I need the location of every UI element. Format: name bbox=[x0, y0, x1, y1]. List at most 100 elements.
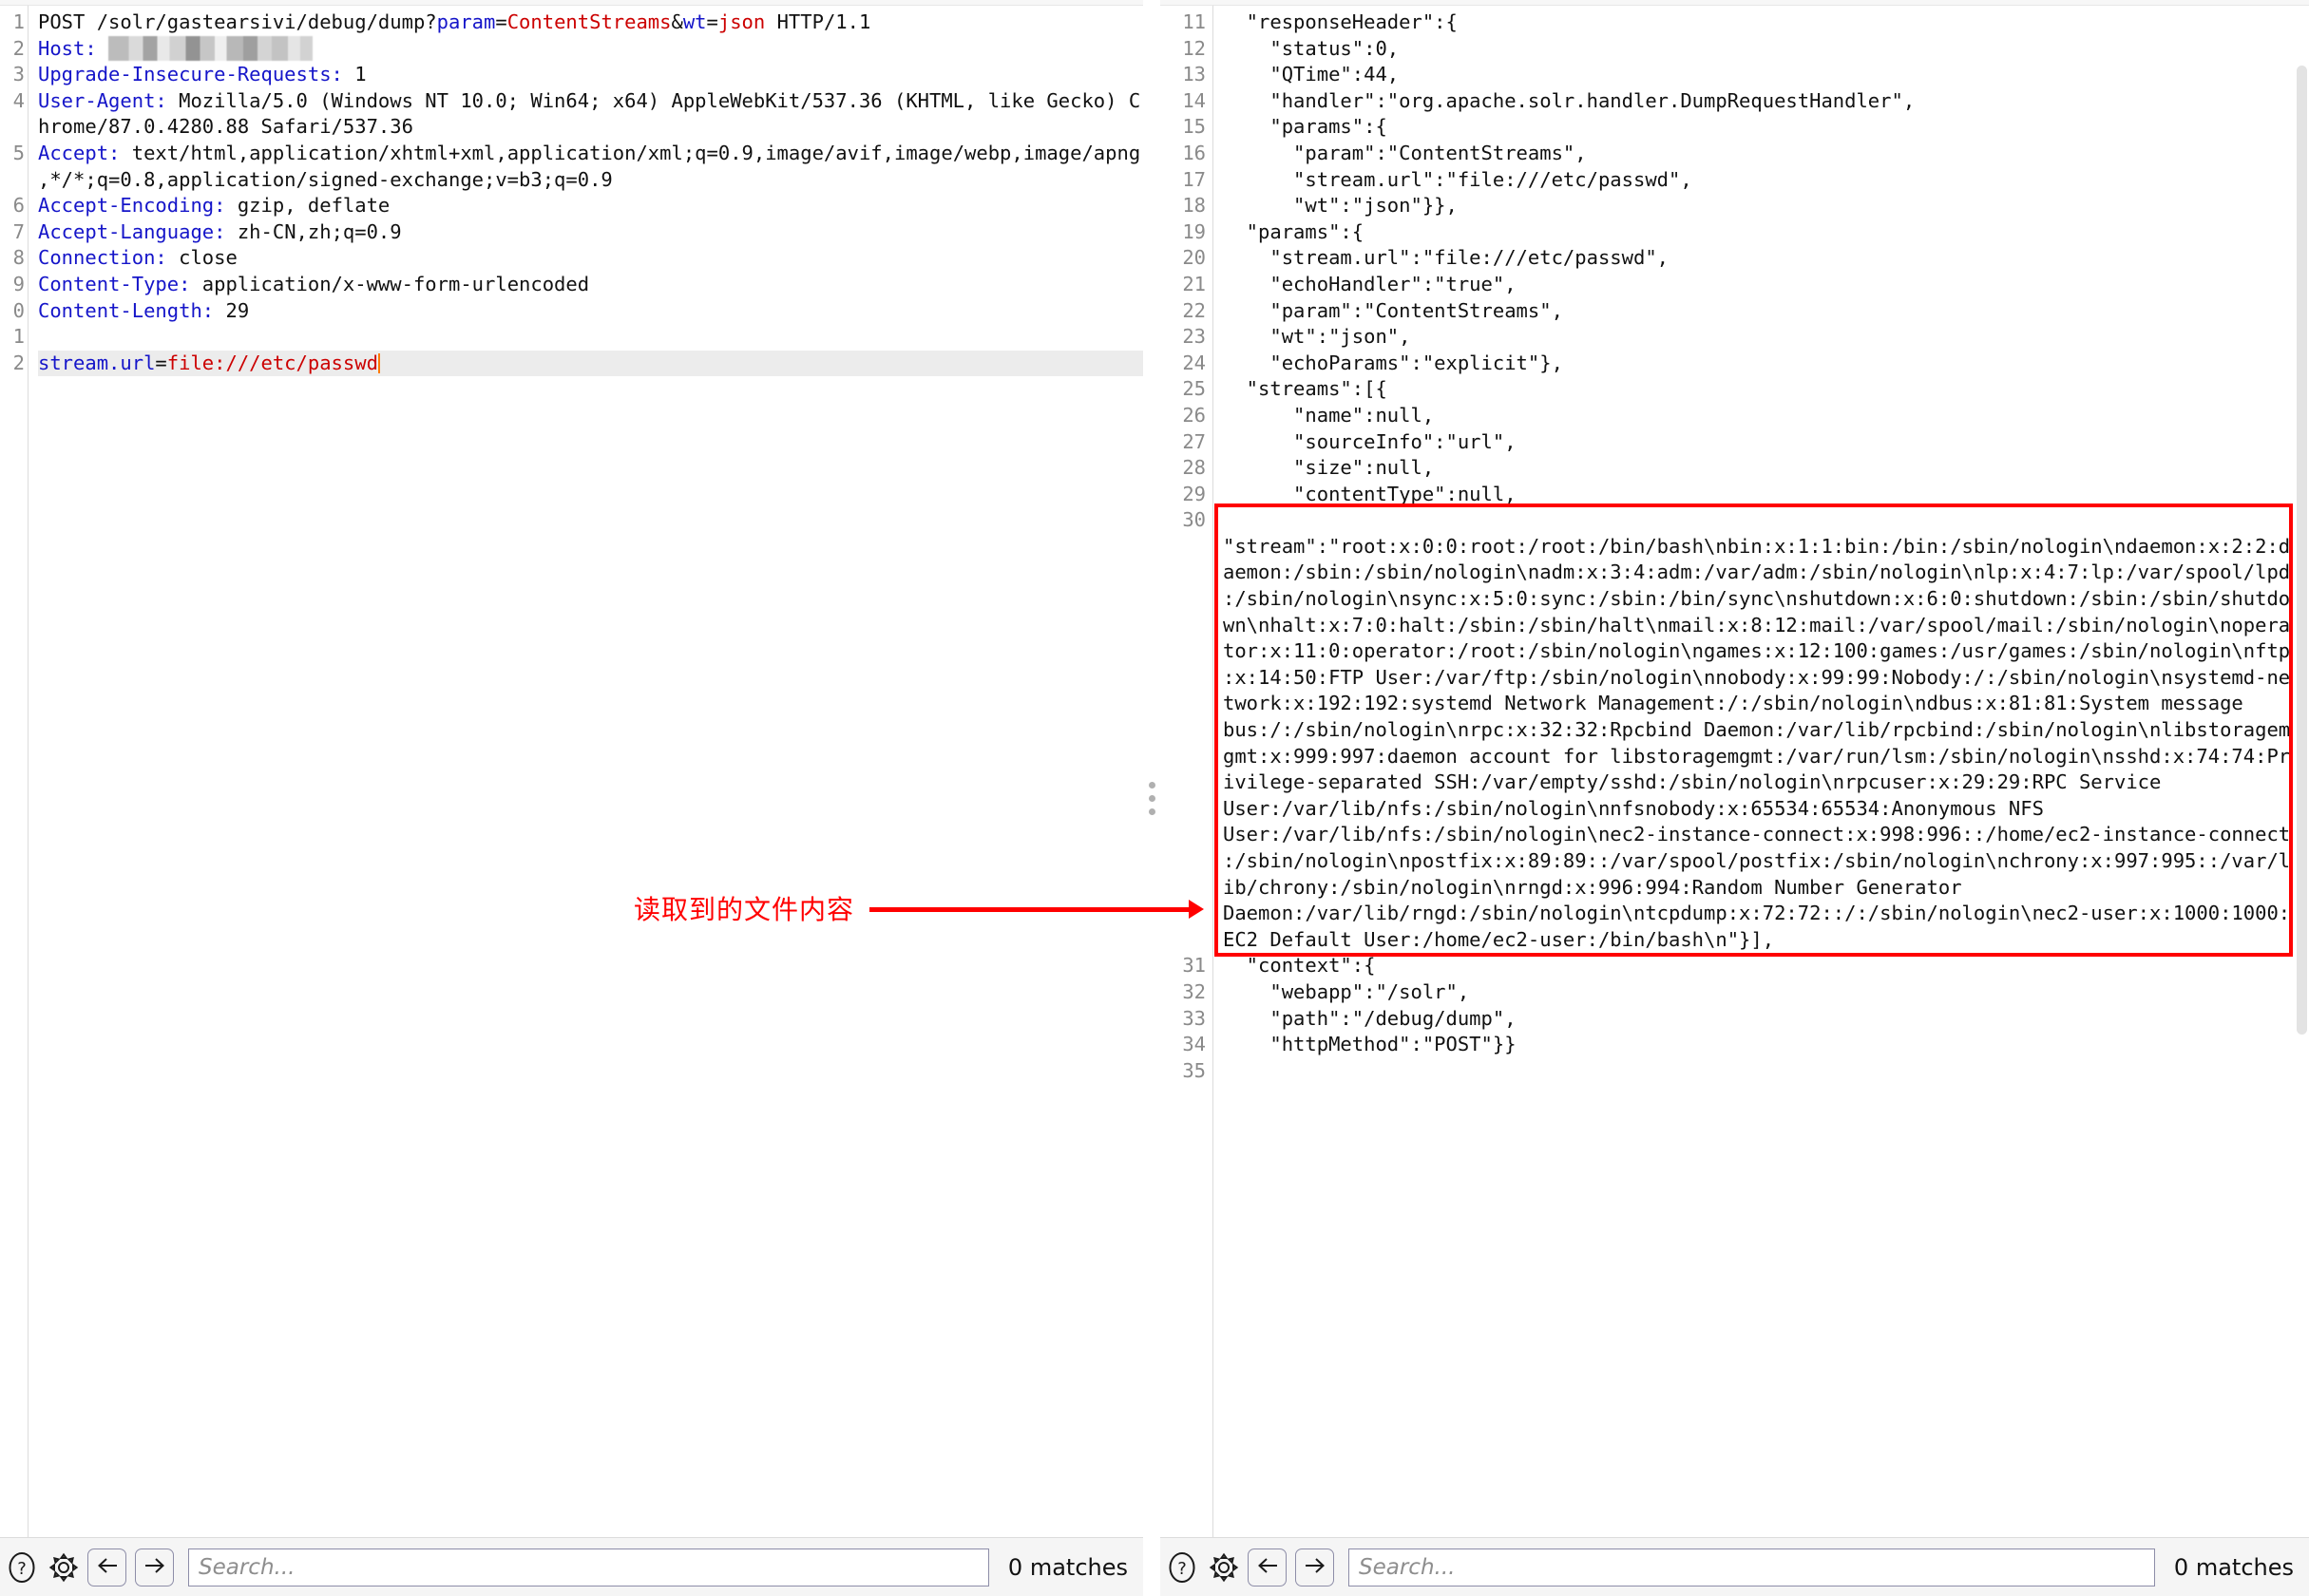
panel-splitter[interactable] bbox=[1143, 0, 1160, 1596]
line-number bbox=[1160, 691, 1206, 717]
response-code-area[interactable]: "responseHeader":{ "status":0, "QTime":4… bbox=[1213, 6, 2309, 1537]
stream-content-line: Daemon:/var/lib/rngd:/sbin/nologin\ntcpd… bbox=[1223, 902, 2291, 925]
request-match-count: 0 matches bbox=[1007, 1553, 1128, 1581]
request-search-input[interactable] bbox=[197, 1553, 981, 1581]
code-line: "param":"ContentStreams", bbox=[1223, 298, 1563, 322]
annotation-arrow-line bbox=[869, 907, 1193, 912]
line-number: 13 bbox=[1182, 63, 1206, 86]
code-line: "webapp":"/solr", bbox=[1223, 979, 1470, 1003]
line-number: 14 bbox=[1182, 88, 1206, 112]
code-line: "path":"/debug/dump", bbox=[1223, 1006, 1517, 1030]
code-line: "streams":[{ bbox=[1223, 377, 1387, 401]
stream-content-line: ib/chrony:/sbin/nologin\nrngd:x:996:994:… bbox=[1223, 875, 1974, 899]
line-number: 30 bbox=[1182, 508, 1206, 532]
line-number: 2 bbox=[12, 36, 25, 60]
stream-content-line: aemon:/sbin:/sbin/nologin\nadm:x:3:4:adm… bbox=[1223, 560, 2291, 584]
svg-text:?: ? bbox=[1177, 1559, 1187, 1579]
response-match-count: 0 matches bbox=[2173, 1553, 2294, 1581]
search-prev-button[interactable] bbox=[1248, 1548, 1287, 1586]
line-number bbox=[1160, 927, 1206, 954]
code-line: Accept: text/html,application/xhtml+xml,… bbox=[38, 141, 1141, 164]
line-number bbox=[1160, 613, 1206, 639]
response-vertical-scrollbar[interactable] bbox=[2294, 6, 2309, 1537]
code-line: Content-Type: application/x-www-form-url… bbox=[38, 272, 590, 295]
stream-content-line: bus:/:/sbin/nologin\nrpc:x:32:32:Rpcbind… bbox=[1223, 718, 2291, 742]
line-number: 1 bbox=[12, 10, 25, 33]
line-number: 1 bbox=[12, 325, 25, 349]
stream-content-block: "stream":"root:x:0:0:root:/root:/bin/bas… bbox=[1223, 507, 2309, 953]
response-search-input[interactable] bbox=[1357, 1553, 2147, 1581]
code-line: "context":{ bbox=[1223, 954, 1376, 978]
stream-content-line: gmt:x:999:997:daemon account for libstor… bbox=[1223, 744, 2291, 768]
line-number: 18 bbox=[1182, 194, 1206, 218]
stream-content-line: wn\nhalt:x:7:0:halt:/sbin:/sbin/halt\nma… bbox=[1223, 613, 2291, 636]
request-search-field-wrap[interactable] bbox=[188, 1548, 989, 1586]
code-line-body: stream.url=file:///etc/passwd bbox=[38, 350, 1143, 377]
line-number bbox=[1160, 560, 1206, 586]
line-number: 6 bbox=[12, 194, 25, 218]
response-scrollbar-thumb[interactable] bbox=[2297, 66, 2307, 1035]
arrow-right-icon bbox=[1304, 1556, 1326, 1579]
annotation-label: 读取到的文件内容 bbox=[634, 894, 855, 925]
splitter-drag-handle-icon[interactable] bbox=[1148, 781, 1155, 815]
settings-button[interactable] bbox=[1206, 1548, 1242, 1586]
annotation-arrow-head bbox=[1189, 900, 1204, 919]
line-number bbox=[1160, 638, 1206, 665]
stream-content-line: User:/var/lib/nfs:/sbin/nologin\nec2-ins… bbox=[1223, 823, 2291, 846]
stream-content-line: tor:x:11:0:operator:/root:/sbin/nologin\… bbox=[1223, 639, 2291, 663]
line-number bbox=[1160, 770, 1206, 796]
gear-icon bbox=[48, 1552, 79, 1583]
line-number: 24 bbox=[1182, 351, 1206, 374]
line-number: 29 bbox=[1182, 482, 1206, 505]
help-button[interactable]: ? bbox=[4, 1548, 40, 1586]
request-search-toolbar: ? Search... 0 matches bbox=[0, 1537, 1143, 1596]
response-editor[interactable]: 11 12 13 14 15 16 17 18 19 20 21 22 23 24 25 26 27 28 29 30… bbox=[1160, 6, 2309, 1537]
line-number: 27 bbox=[1182, 429, 1206, 453]
line-number: 22 bbox=[1182, 298, 1206, 322]
code-line: "QTime":44, bbox=[1223, 63, 1400, 86]
request-code-area[interactable]: POST /solr/gastearsivi/debug/dump?param=… bbox=[29, 6, 1143, 1537]
stream-content-line: "stream":"root:x:0:0:root:/root:/bin/bas… bbox=[1223, 534, 2291, 558]
line-number: 15 bbox=[1182, 115, 1206, 139]
code-line: "echoHandler":"true", bbox=[1223, 272, 1517, 295]
code-line: "wt":"json", bbox=[1223, 325, 1411, 349]
search-next-button[interactable] bbox=[135, 1548, 174, 1586]
code-line: hrome/87.0.4280.88 Safari/537.36 bbox=[38, 115, 413, 139]
settings-button[interactable] bbox=[46, 1548, 82, 1586]
request-editor[interactable]: 123456789012 POST /solr/gastearsivi/debu… bbox=[0, 6, 1143, 1537]
code-line: "handler":"org.apache.solr.handler.DumpR… bbox=[1223, 88, 1916, 112]
stream-content-line: :/sbin/nologin\npostfix:x:89:89::/var/sp… bbox=[1223, 849, 2291, 872]
response-search-toolbar: ? Search... 0 matches bbox=[1160, 1537, 2309, 1596]
response-search-field-wrap[interactable] bbox=[1348, 1548, 2155, 1586]
stream-block-pad bbox=[1223, 507, 2309, 534]
request-line-number-gutter: 123456789012 bbox=[0, 6, 29, 1537]
line-number bbox=[1160, 586, 1206, 613]
line-number: 4 bbox=[12, 88, 25, 112]
code-line: POST /solr/gastearsivi/debug/dump?param=… bbox=[38, 10, 871, 33]
response-panel: 11 12 13 14 15 16 17 18 19 20 21 22 23 24 25 26 27 28 29 30… bbox=[1160, 0, 2309, 1596]
stream-content-line: twork:x:192:192:systemd Network Manageme… bbox=[1223, 692, 2256, 715]
line-number bbox=[1160, 717, 1206, 744]
code-line: "size":null, bbox=[1223, 456, 1435, 480]
help-button[interactable]: ? bbox=[1164, 1548, 1200, 1586]
line-number: 25 bbox=[1182, 377, 1206, 401]
code-line-host: Host: bbox=[38, 35, 1143, 63]
line-number bbox=[1160, 796, 1206, 823]
stream-content-line: EC2 Default User:/home/ec2-user:/bin/bas… bbox=[1223, 927, 1775, 951]
search-prev-button[interactable] bbox=[87, 1548, 126, 1586]
text-cursor bbox=[377, 352, 380, 373]
line-number: 17 bbox=[1182, 167, 1206, 191]
code-line: Connection: close bbox=[38, 246, 238, 270]
line-number: 26 bbox=[1182, 403, 1206, 427]
line-number bbox=[1160, 534, 1206, 560]
redacted-host-value bbox=[108, 35, 314, 61]
code-line: "responseHeader":{ bbox=[1223, 10, 1458, 33]
arrow-left-icon bbox=[96, 1556, 119, 1579]
code-line: User-Agent: Mozilla/5.0 (Windows NT 10.0… bbox=[38, 88, 1141, 112]
line-number: 33 bbox=[1182, 1006, 1206, 1030]
code-line: "status":0, bbox=[1223, 36, 1400, 60]
line-number: 19 bbox=[1182, 219, 1206, 243]
search-next-button[interactable] bbox=[1295, 1548, 1334, 1586]
code-line: "contentType":null, bbox=[1223, 482, 1517, 505]
